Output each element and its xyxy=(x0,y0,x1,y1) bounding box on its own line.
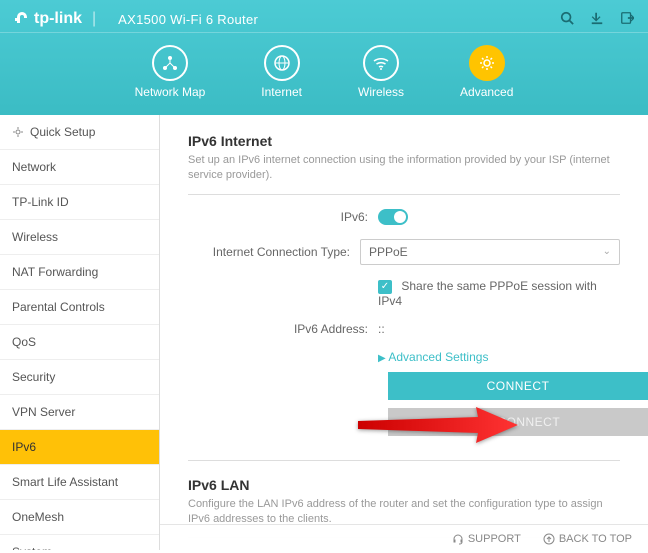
sidebar-item-nat-forwarding[interactable]: NAT Forwarding xyxy=(0,255,159,290)
download-icon[interactable] xyxy=(590,11,604,28)
nav-tabs: Network Map Internet Wireless Advanced xyxy=(0,33,648,115)
sidebar-item-wireless[interactable]: Wireless xyxy=(0,220,159,255)
utility-icons xyxy=(560,11,634,28)
gear-icon xyxy=(478,54,496,72)
sidebar-item-security[interactable]: Security xyxy=(0,360,159,395)
sidebar-item-vpn-server[interactable]: VPN Server xyxy=(0,395,159,430)
conn-type-label: Internet Connection Type: xyxy=(188,245,360,259)
sidebar: Quick Setup Network TP-Link ID Wireless … xyxy=(0,115,160,550)
sidebar-item-ipv6[interactable]: IPv6 xyxy=(0,430,159,465)
ipv6-toggle[interactable] xyxy=(378,209,408,225)
ipv6-label: IPv6: xyxy=(188,210,378,224)
support-link[interactable]: SUPPORT xyxy=(452,533,521,545)
tab-label: Network Map xyxy=(135,85,206,99)
arrow-up-icon xyxy=(543,533,555,545)
separator: | xyxy=(92,10,96,28)
share-pppoe-checkbox[interactable]: ✓ xyxy=(378,280,392,294)
ipv6-addr-label: IPv6 Address: xyxy=(188,322,378,336)
back-to-top-link[interactable]: BACK TO TOP xyxy=(543,533,632,545)
tab-advanced[interactable]: Advanced xyxy=(460,45,513,99)
ipv6-addr-value: :: xyxy=(378,322,620,336)
sidebar-item-onemesh[interactable]: OneMesh xyxy=(0,500,159,535)
tab-label: Internet xyxy=(261,85,302,99)
model-text: AX1500 Wi-Fi 6 Router xyxy=(118,12,258,27)
connect-button[interactable]: CONNECT xyxy=(388,372,648,400)
sidebar-item-smart-life[interactable]: Smart Life Assistant xyxy=(0,465,159,500)
section-title-ipv6-internet: IPv6 Internet xyxy=(188,133,620,149)
wifi-icon xyxy=(372,54,390,72)
gear-icon xyxy=(12,126,24,138)
brand-logo: tp-link xyxy=(14,10,82,28)
network-map-icon xyxy=(161,54,179,72)
tplink-icon xyxy=(14,11,30,27)
globe-icon xyxy=(273,54,291,72)
tab-network-map[interactable]: Network Map xyxy=(135,45,206,99)
headset-icon xyxy=(452,533,464,545)
section-desc: Set up an IPv6 internet connection using… xyxy=(188,153,620,195)
sidebar-item-quick-setup[interactable]: Quick Setup xyxy=(0,115,159,150)
advanced-settings-link[interactable]: ▶ Advanced Settings xyxy=(378,350,488,364)
tab-wireless[interactable]: Wireless xyxy=(358,45,404,99)
brand-text: tp-link xyxy=(34,10,82,28)
content-panel: IPv6 Internet Set up an IPv6 internet co… xyxy=(160,115,648,550)
conn-type-select[interactable]: PPPoE ⌄ xyxy=(360,239,620,265)
sidebar-item-qos[interactable]: QoS xyxy=(0,325,159,360)
sidebar-item-system[interactable]: System xyxy=(0,535,159,550)
select-value: PPPoE xyxy=(369,245,408,259)
search-icon[interactable] xyxy=(560,11,574,28)
sidebar-item-parental-controls[interactable]: Parental Controls xyxy=(0,290,159,325)
section-title-ipv6-lan: IPv6 LAN xyxy=(188,477,620,493)
tab-label: Advanced xyxy=(460,85,513,99)
footer: SUPPORT BACK TO TOP xyxy=(160,524,648,553)
tab-label: Wireless xyxy=(358,85,404,99)
header: tp-link | AX1500 Wi-Fi 6 Router Network … xyxy=(0,0,648,115)
share-pppoe-label: Share the same PPPoE session with IPv4 xyxy=(378,279,597,308)
play-icon: ▶ xyxy=(378,353,386,364)
sidebar-item-network[interactable]: Network xyxy=(0,150,159,185)
disconnect-button[interactable]: DISCONNECT xyxy=(388,408,648,436)
logout-icon[interactable] xyxy=(620,11,634,28)
chevron-down-icon: ⌄ xyxy=(603,246,611,257)
sidebar-item-tplink-id[interactable]: TP-Link ID xyxy=(0,185,159,220)
tab-internet[interactable]: Internet xyxy=(261,45,302,99)
titlebar: tp-link | AX1500 Wi-Fi 6 Router xyxy=(0,0,648,33)
